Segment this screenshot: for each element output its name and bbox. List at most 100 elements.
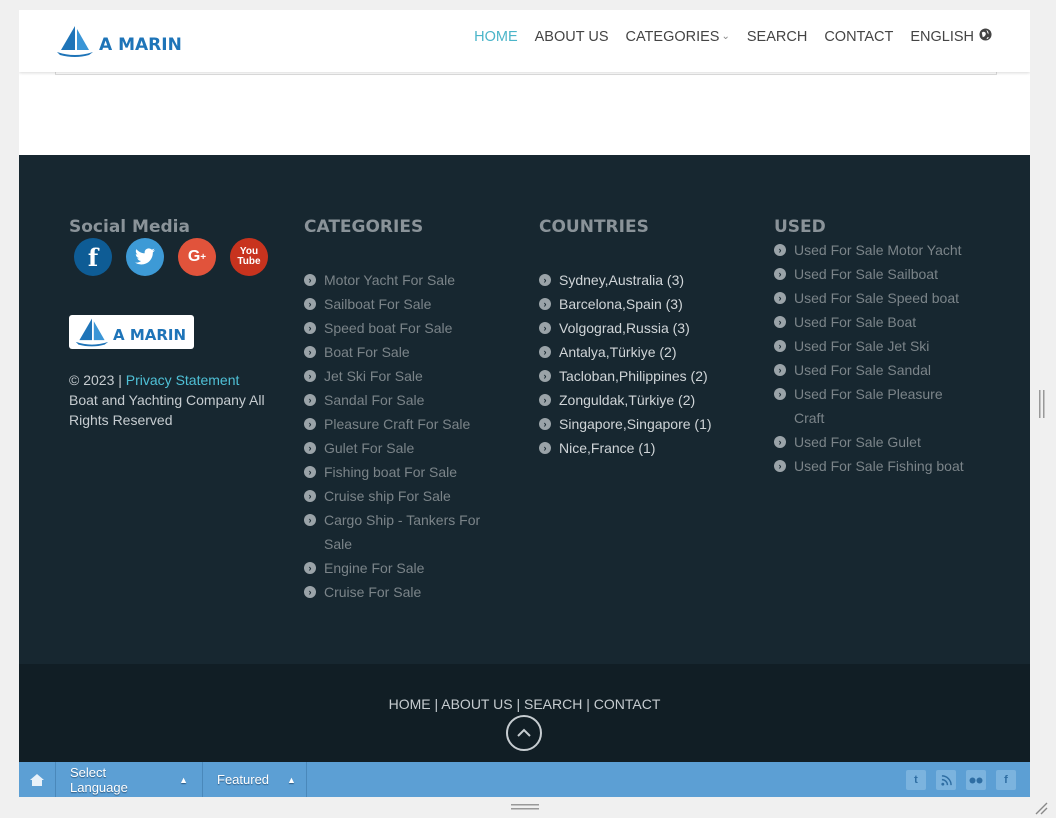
footer-logo-inner: A MARIN — [74, 316, 186, 348]
chevron-right-icon: › — [774, 292, 786, 304]
used-link[interactable]: Used For Sale Speed boat — [794, 290, 959, 306]
category-link[interactable]: Pleasure Craft For Sale — [324, 416, 470, 432]
side-resize-handle[interactable] — [1038, 390, 1046, 418]
list-item[interactable]: › Used For Sale Sandal — [774, 358, 964, 382]
list-item[interactable]: › Sydney,Australia (3) — [539, 268, 739, 292]
facebook-icon[interactable]: f — [996, 770, 1016, 790]
social-media-title: Social Media — [69, 217, 190, 237]
list-item[interactable]: › Used For Sale Motor Yacht — [774, 238, 964, 262]
toolbar-home-button[interactable] — [19, 762, 56, 797]
list-item[interactable]: › Sandal For Sale — [304, 388, 489, 412]
list-item[interactable]: › Nice,France (1) — [539, 436, 739, 460]
category-link[interactable]: Gulet For Sale — [324, 440, 414, 456]
footer-bottom: HOME | ABOUT US | SEARCH | CONTACT — [19, 664, 1030, 762]
footer-link-search[interactable]: SEARCH — [524, 696, 582, 712]
used-link[interactable]: Used For Sale Boat — [794, 314, 916, 330]
flickr-icon[interactable] — [966, 770, 986, 790]
nav-home[interactable]: HOME — [474, 28, 518, 45]
twitter-icon[interactable]: t — [906, 770, 926, 790]
scroll-to-top-button[interactable] — [506, 715, 542, 751]
footer-logo-text: A MARIN — [113, 326, 187, 344]
chevron-right-icon: › — [539, 322, 551, 334]
list-item[interactable]: › Cruise ship For Sale — [304, 484, 489, 508]
privacy-statement-link[interactable]: Privacy Statement — [126, 372, 240, 388]
category-link[interactable]: Cruise For Sale — [324, 584, 421, 600]
list-item[interactable]: › Speed boat For Sale — [304, 316, 489, 340]
twitter-icon[interactable] — [126, 238, 164, 276]
country-link[interactable]: Tacloban,Philippines (2) — [559, 368, 708, 384]
select-language-button[interactable]: Select Language ▲ — [56, 762, 203, 797]
list-item[interactable]: › Motor Yacht For Sale — [304, 268, 489, 292]
google-plus-icon[interactable]: G + — [178, 238, 216, 276]
category-link[interactable]: Fishing boat For Sale — [324, 464, 457, 480]
chevron-right-icon: › — [304, 418, 316, 430]
chevron-right-icon: › — [539, 370, 551, 382]
used-link[interactable]: Used For Sale Jet Ski — [794, 338, 929, 354]
youtube-icon[interactable]: You Tube — [230, 238, 268, 276]
bottom-resize-handle[interactable] — [511, 803, 539, 811]
list-item[interactable]: › Cruise For Sale — [304, 580, 489, 604]
site-logo[interactable]: A MARIN — [55, 24, 182, 58]
category-link[interactable]: Jet Ski For Sale — [324, 368, 423, 384]
list-item[interactable]: › Volgograd,Russia (3) — [539, 316, 739, 340]
list-item[interactable]: › Pleasure Craft For Sale — [304, 412, 489, 436]
featured-button[interactable]: Featured ▲ — [203, 762, 307, 797]
list-item[interactable]: › Used For Sale Gulet — [774, 430, 964, 454]
category-link[interactable]: Cruise ship For Sale — [324, 488, 451, 504]
used-link[interactable]: Used For Sale Sailboat — [794, 266, 938, 282]
used-link[interactable]: Used For Sale Motor Yacht — [794, 242, 962, 258]
category-link[interactable]: Engine For Sale — [324, 560, 424, 576]
footer-link-contact[interactable]: CONTACT — [594, 696, 661, 712]
list-item[interactable]: › Tacloban,Philippines (2) — [539, 364, 739, 388]
country-link[interactable]: Barcelona,Spain (3) — [559, 296, 683, 312]
nav-contact[interactable]: CONTACT — [824, 28, 893, 45]
country-link[interactable]: Volgograd,Russia (3) — [559, 320, 690, 336]
nav-language[interactable]: ENGLISH — [910, 28, 992, 45]
list-item[interactable]: › Cargo Ship - Tankers For Sale — [304, 508, 489, 556]
chevron-right-icon: › — [539, 346, 551, 358]
list-item[interactable]: › Gulet For Sale — [304, 436, 489, 460]
category-link[interactable]: Speed boat For Sale — [324, 320, 452, 336]
used-link[interactable]: Used For Sale Gulet — [794, 434, 921, 450]
chevron-right-icon: › — [774, 316, 786, 328]
used-link[interactable]: Used For Sale Fishing boat — [794, 458, 964, 474]
resize-grip-icon[interactable] — [1034, 801, 1048, 815]
chevron-right-icon: › — [539, 274, 551, 286]
footer-link-home[interactable]: HOME — [389, 696, 431, 712]
list-item[interactable]: › Used For Sale Sailboat — [774, 262, 964, 286]
facebook-icon[interactable]: f — [74, 238, 112, 276]
country-link[interactable]: Sydney,Australia (3) — [559, 272, 684, 288]
list-item[interactable]: › Used For Sale Jet Ski — [774, 334, 964, 358]
category-link[interactable]: Motor Yacht For Sale — [324, 272, 455, 288]
country-link[interactable]: Antalya,Türkiye (2) — [559, 344, 676, 360]
nav-categories[interactable]: CATEGORIES ⌄ — [625, 28, 729, 45]
category-link[interactable]: Boat For Sale — [324, 344, 410, 360]
list-item[interactable]: › Fishing boat For Sale — [304, 460, 489, 484]
list-item[interactable]: › Used For Sale Boat — [774, 310, 964, 334]
list-item[interactable]: › Zonguldak,Türkiye (2) — [539, 388, 739, 412]
footer-logo[interactable]: A MARIN — [69, 315, 194, 349]
footer-link-about-us[interactable]: ABOUT US — [441, 696, 512, 712]
category-link[interactable]: Sandal For Sale — [324, 392, 424, 408]
list-item[interactable]: › Used For Sale Fishing boat — [774, 454, 964, 478]
chevron-right-icon: › — [304, 466, 316, 478]
nav-search[interactable]: SEARCH — [747, 28, 807, 45]
country-link[interactable]: Nice,France (1) — [559, 440, 655, 456]
used-link[interactable]: Used For Sale Pleasure Craft — [794, 386, 943, 426]
list-item[interactable]: › Boat For Sale — [304, 340, 489, 364]
list-item[interactable]: › Singapore,Singapore (1) — [539, 412, 739, 436]
list-item[interactable]: › Barcelona,Spain (3) — [539, 292, 739, 316]
country-link[interactable]: Zonguldak,Türkiye (2) — [559, 392, 695, 408]
list-item[interactable]: › Used For Sale Pleasure Craft — [774, 382, 964, 430]
category-link[interactable]: Cargo Ship - Tankers For Sale — [324, 512, 480, 552]
list-item[interactable]: › Used For Sale Speed boat — [774, 286, 964, 310]
country-link[interactable]: Singapore,Singapore (1) — [559, 416, 712, 432]
list-item[interactable]: › Engine For Sale — [304, 556, 489, 580]
nav-about-us[interactable]: ABOUT US — [535, 28, 609, 45]
list-item[interactable]: › Antalya,Türkiye (2) — [539, 340, 739, 364]
category-link[interactable]: Sailboat For Sale — [324, 296, 431, 312]
rss-icon[interactable] — [936, 770, 956, 790]
used-link[interactable]: Used For Sale Sandal — [794, 362, 931, 378]
list-item[interactable]: › Sailboat For Sale — [304, 292, 489, 316]
list-item[interactable]: › Jet Ski For Sale — [304, 364, 489, 388]
